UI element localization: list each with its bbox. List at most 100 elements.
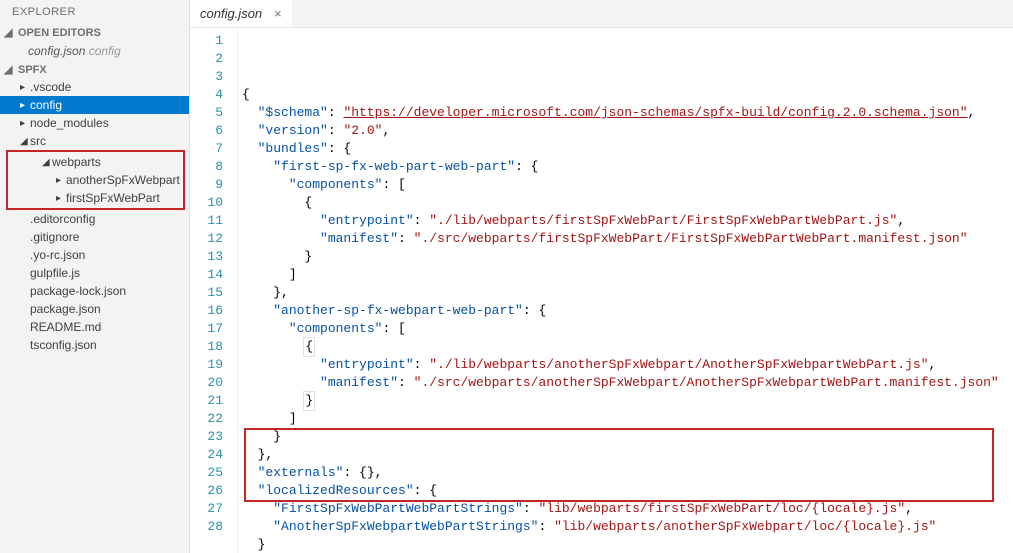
tab-config-json[interactable]: config.json × [190, 0, 292, 27]
tree-item[interactable]: ▸node_modules [0, 114, 189, 132]
tree-item[interactable]: ▸.gitignore [0, 228, 189, 246]
code-line: "components": [ [242, 320, 1013, 338]
code-line: } [242, 392, 1013, 410]
highlight-box: ◢webparts▸anotherSpFxWebpart▸firstSpFxWe… [6, 150, 185, 210]
open-editor-filename: config.json [28, 44, 85, 58]
code-line: } [242, 248, 1013, 266]
tree-item[interactable]: ▸.editorconfig [0, 210, 189, 228]
tree-item[interactable]: ◢src [0, 132, 189, 150]
tree-item[interactable]: ◢webparts [8, 153, 183, 171]
token-punc: : [328, 105, 344, 120]
tree-item-label: package.json [30, 302, 101, 316]
workspace-header[interactable]: ◢ SPFX [0, 61, 189, 78]
close-icon[interactable]: × [274, 6, 282, 21]
code-line: } [242, 536, 1013, 553]
token-str: "./lib/webparts/anotherSpFxWebpart/Anoth… [429, 357, 928, 372]
token-key: "manifest" [320, 231, 398, 246]
line-number: 11 [190, 212, 223, 230]
line-number: 26 [190, 482, 223, 500]
code-line: }, [242, 284, 1013, 302]
code-line: "entrypoint": "./lib/webparts/firstSpFxW… [242, 212, 1013, 230]
editor-pane: config.json × 12345678910111213141516171… [190, 0, 1013, 553]
tree-item-label: anotherSpFxWebpart [66, 173, 180, 187]
line-number: 15 [190, 284, 223, 302]
code-line: }, [242, 446, 1013, 464]
tree-item[interactable]: ▸gulpfile.js [0, 264, 189, 282]
tree-item-label: tsconfig.json [30, 338, 97, 352]
code-line: "externals": {}, [242, 464, 1013, 482]
token-key: "components" [289, 177, 383, 192]
line-number: 24 [190, 446, 223, 464]
token-punc: { [304, 195, 312, 210]
tree-item-label: README.md [30, 320, 101, 334]
code-line: } [242, 428, 1013, 446]
token-key: "entrypoint" [320, 213, 414, 228]
tree-item-label: .editorconfig [30, 212, 95, 226]
line-number: 25 [190, 464, 223, 482]
code-line: "components": [ [242, 176, 1013, 194]
bracket-match: } [303, 391, 315, 411]
token-key: "AnotherSpFxWebpartWebPartStrings" [273, 519, 538, 534]
line-number: 5 [190, 104, 223, 122]
code-editor[interactable]: 1234567891011121314151617181920212223242… [190, 28, 1013, 553]
code-line: "another-sp-fx-webpart-web-part": { [242, 302, 1013, 320]
line-number: 9 [190, 176, 223, 194]
tree-item[interactable]: ▸anotherSpFxWebpart [8, 171, 183, 189]
code-line: "localizedResources": { [242, 482, 1013, 500]
token-key: "components" [289, 321, 383, 336]
code-line: "FirstSpFxWebPartWebPartStrings": "lib/w… [242, 500, 1013, 518]
chevron-down-icon: ◢ [4, 63, 14, 76]
tree-item[interactable]: ▸firstSpFxWebPart [8, 189, 183, 207]
token-punc: , [929, 357, 937, 372]
token-str: "./lib/webparts/firstSpFxWebPart/FirstSp… [429, 213, 897, 228]
open-editor-item[interactable]: config.json config [0, 41, 189, 61]
tree-item-label: node_modules [30, 116, 109, 130]
token-punc: }, [258, 447, 274, 462]
token-str: "2.0" [343, 123, 382, 138]
token-punc: }, [273, 285, 289, 300]
token-punc: ] [289, 411, 297, 426]
token-str: "lib/webparts/anotherSpFxWebpart/loc/{lo… [554, 519, 936, 534]
tree-item[interactable]: ▸tsconfig.json [0, 336, 189, 354]
token-str: "lib/webparts/firstSpFxWebPart/loc/{loca… [538, 501, 905, 516]
tree-item[interactable]: ▸config [0, 96, 189, 114]
line-number: 16 [190, 302, 223, 320]
chevron-right-icon: ▸ [20, 100, 30, 111]
token-key: "externals" [258, 465, 344, 480]
open-editors-header[interactable]: ◢ OPEN EDITORS [0, 24, 189, 41]
line-number: 8 [190, 158, 223, 176]
tree-item[interactable]: ▸package-lock.json [0, 282, 189, 300]
code-line: "manifest": "./src/webparts/anotherSpFxW… [242, 374, 1013, 392]
line-number: 23 [190, 428, 223, 446]
line-number: 2 [190, 50, 223, 68]
line-number: 20 [190, 374, 223, 392]
line-number: 13 [190, 248, 223, 266]
token-punc: { [305, 339, 313, 354]
code-line: { [242, 194, 1013, 212]
token-str: "./src/webparts/anotherSpFxWebpart/Anoth… [414, 375, 999, 390]
token-key: "bundles" [258, 141, 328, 156]
token-punc: : [523, 501, 539, 516]
line-number: 4 [190, 86, 223, 104]
chevron-right-icon: ▸ [56, 193, 66, 204]
token-str: "./src/webparts/firstSpFxWebPart/FirstSp… [414, 231, 968, 246]
token-punc: : [538, 519, 554, 534]
token-key: "version" [258, 123, 328, 138]
tree-item-label: src [30, 134, 46, 148]
code-body[interactable]: { "$schema": "https://developer.microsof… [238, 28, 1013, 553]
tree-item[interactable]: ▸.vscode [0, 78, 189, 96]
token-punc: : [ [382, 177, 405, 192]
code-line: "$schema": "https://developer.microsoft.… [242, 104, 1013, 122]
code-line: "bundles": { [242, 140, 1013, 158]
token-key: "entrypoint" [320, 357, 414, 372]
line-number: 10 [190, 194, 223, 212]
file-tree: ▸.vscode▸config▸node_modules◢src◢webpart… [0, 78, 189, 354]
chevron-right-icon: ▸ [20, 82, 30, 93]
tree-item[interactable]: ▸README.md [0, 318, 189, 336]
token-key: "FirstSpFxWebPartWebPartStrings" [273, 501, 523, 516]
tree-item[interactable]: ▸.yo-rc.json [0, 246, 189, 264]
tree-item[interactable]: ▸package.json [0, 300, 189, 318]
token-punc: : [ [382, 321, 405, 336]
token-key: "first-sp-fx-web-part-web-part" [273, 159, 515, 174]
tree-item-label: .yo-rc.json [30, 248, 85, 262]
